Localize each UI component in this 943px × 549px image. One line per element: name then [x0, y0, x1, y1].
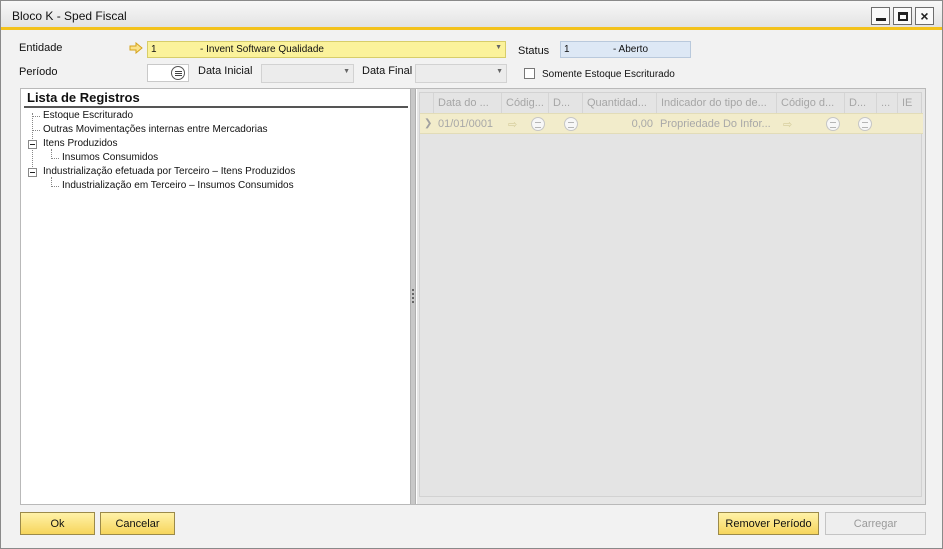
- tree-divider: [24, 106, 408, 108]
- bloco-k-window: Bloco K - Sped Fiscal × Entidade 1 - Inv…: [0, 0, 943, 549]
- minimize-button[interactable]: [871, 7, 890, 25]
- collapse-icon[interactable]: [28, 140, 37, 149]
- tree-item-industrializacao-terceiro-itens[interactable]: Industrialização efetuada por Terceiro –…: [43, 166, 295, 177]
- minimize-icon: [875, 17, 886, 21]
- choose-from-list-icon[interactable]: [564, 117, 578, 131]
- periodo-choose-button[interactable]: [171, 66, 185, 80]
- title-bar: Bloco K - Sped Fiscal ×: [1, 1, 942, 30]
- entidade-code: 1: [151, 44, 157, 55]
- row-selector-icon: ❯: [424, 118, 433, 129]
- chevron-down-icon[interactable]: ▼: [495, 44, 502, 51]
- row-indicator: Propriedade Do Infor...: [660, 118, 771, 130]
- data-inicial-field[interactable]: ▼: [261, 64, 354, 83]
- maximize-icon: [897, 11, 908, 21]
- table-row[interactable]: ❯ 01/01/0001 ⇨ 0,00 Propriedade Do Infor…: [420, 113, 923, 134]
- somente-estoque-label: Somente Estoque Escriturado: [542, 69, 675, 80]
- row-date: 01/01/0001: [438, 118, 494, 130]
- records-grid: Data do ... Códig... D... Quantidad... I…: [419, 92, 923, 497]
- tree-connector: [32, 130, 40, 131]
- data-inicial-label: Data Inicial: [198, 65, 253, 77]
- tree-item-industrializacao-terceiro-insumos[interactable]: Industrialização em Terceiro – Insumos C…: [62, 180, 294, 191]
- chevron-down-icon[interactable]: ▼: [343, 68, 350, 75]
- choose-from-list-icon[interactable]: [858, 117, 872, 131]
- grid-header-data[interactable]: Data do ...: [434, 93, 502, 113]
- list-icon: [174, 70, 182, 76]
- cancel-button[interactable]: Cancelar: [100, 512, 175, 535]
- tree-connector: [51, 186, 59, 187]
- periodo-label: Período: [19, 66, 58, 78]
- somente-estoque-checkbox[interactable]: [524, 68, 535, 79]
- link-arrow-icon[interactable]: ⇨: [508, 118, 517, 131]
- tree-connector: [32, 116, 40, 117]
- status-field: 1 - Aberto: [560, 41, 691, 58]
- data-final-field[interactable]: ▼: [415, 64, 507, 83]
- grid-header-quantidade[interactable]: Quantidad...: [583, 93, 657, 113]
- choose-from-list-icon[interactable]: [826, 117, 840, 131]
- chevron-down-icon[interactable]: ▼: [496, 68, 503, 75]
- panel-splitter[interactable]: [410, 89, 416, 504]
- choose-from-list-icon[interactable]: [531, 117, 545, 131]
- tree-connector: [51, 158, 59, 159]
- maximize-button[interactable]: [893, 7, 912, 25]
- link-arrow-icon[interactable]: ⇨: [783, 118, 792, 131]
- grip-icon: [412, 289, 414, 303]
- entidade-field[interactable]: 1 - Invent Software Qualidade ▼: [147, 41, 506, 58]
- status-label: Status: [518, 45, 550, 57]
- row-header-column: [420, 93, 434, 113]
- grid-header-ie[interactable]: IE: [898, 93, 923, 113]
- grid-header-codigo[interactable]: Códig...: [502, 93, 549, 113]
- entidade-name: - Invent Software Qualidade: [200, 44, 324, 55]
- grid-header-d2[interactable]: D...: [845, 93, 877, 113]
- tree-title: Lista de Registros: [27, 90, 140, 105]
- entidade-label: Entidade: [19, 42, 63, 54]
- tree-item-outras-movimentacoes[interactable]: Outras Movimentações internas entre Merc…: [43, 124, 268, 135]
- main-panel: Lista de Registros Estoque Escriturado O…: [20, 88, 926, 505]
- tree-item-itens-produzidos[interactable]: Itens Produzidos: [43, 138, 118, 149]
- registry-tree: Lista de Registros Estoque Escriturado O…: [21, 89, 410, 504]
- collapse-icon[interactable]: [28, 168, 37, 177]
- window-title: Bloco K - Sped Fiscal: [12, 9, 127, 23]
- tree-item-estoque-escriturado[interactable]: Estoque Escriturado: [43, 110, 133, 121]
- row-quantity: 0,00: [631, 118, 653, 130]
- link-arrow-icon[interactable]: [129, 42, 143, 54]
- grid-header-d1[interactable]: D...: [549, 93, 583, 113]
- records-grid-area: Data do ... Códig... D... Quantidad... I…: [417, 89, 925, 504]
- load-button[interactable]: Carregar: [825, 512, 926, 535]
- grid-header-codigo-d[interactable]: Código d...: [777, 93, 845, 113]
- grid-header-indicador[interactable]: Indicador do tipo de...: [657, 93, 777, 113]
- tree-item-insumos-consumidos[interactable]: Insumos Consumidos: [62, 152, 158, 163]
- ok-button[interactable]: Ok: [20, 512, 95, 535]
- data-final-label: Data Final: [362, 65, 413, 77]
- grid-header-more[interactable]: ...: [877, 93, 898, 113]
- close-button[interactable]: ×: [915, 7, 934, 25]
- close-icon: ×: [920, 8, 929, 24]
- status-name: - Aberto: [613, 44, 649, 55]
- status-code: 1: [564, 44, 570, 55]
- remove-period-button[interactable]: Remover Período: [718, 512, 819, 535]
